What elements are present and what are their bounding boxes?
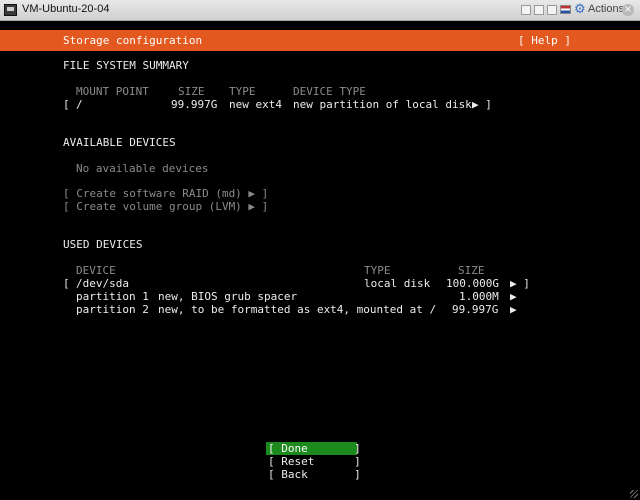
keyboard-flag-icon[interactable] [560, 5, 571, 14]
col-device-type: DEVICE TYPE [293, 85, 366, 98]
reset-button[interactable]: [ Reset ] [268, 455, 361, 468]
fs-row-action[interactable]: ▶ ] [472, 98, 492, 111]
used-devices-heading: USED DEVICES [63, 238, 143, 251]
fs-type: new ext4 [229, 98, 282, 111]
partition-action[interactable]: ▶ [510, 303, 517, 316]
no-devices-message: No available devices [76, 162, 209, 175]
partition-desc: new, BIOS grub spacer [158, 290, 298, 303]
maximize-icon[interactable] [547, 5, 557, 15]
row-bracket: [ [63, 277, 70, 290]
partition-action[interactable]: ▶ [510, 290, 517, 303]
actions-menu[interactable]: Actions [588, 3, 624, 15]
partition-name: partition 2 [76, 303, 149, 316]
available-devices-heading: AVAILABLE DEVICES [63, 136, 176, 149]
resize-grip-icon[interactable] [630, 490, 638, 498]
create-raid-button[interactable]: [ Create software RAID (md) ▶ ] [63, 187, 268, 200]
fs-size: 99.997G [171, 98, 218, 111]
partition-size: 1.000M [459, 290, 499, 303]
disk-type: local disk [364, 277, 431, 290]
back-button[interactable]: [ Back ] [268, 468, 361, 481]
partition-size: 99.997G [452, 303, 499, 316]
fs-summary-heading: FILE SYSTEM SUMMARY [63, 59, 189, 72]
mount-point: / [76, 98, 83, 111]
fs-device-type: new partition of local disk [293, 98, 472, 111]
row-bracket: [ [63, 98, 70, 111]
page-title: Storage configuration [63, 34, 203, 47]
close-icon[interactable]: × [622, 4, 634, 16]
installer-console: Storage configuration [ Help ] FILE SYST… [0, 21, 640, 500]
col-device: DEVICE [76, 264, 116, 277]
partition-desc: new, to be formatted as ext4, mounted at… [158, 303, 437, 316]
col-mount-point: MOUNT POINT [76, 85, 149, 98]
disk-action[interactable]: ▶ ] [510, 277, 530, 290]
disk-size: 100.000G [446, 277, 499, 290]
minimize-icon[interactable] [521, 5, 531, 15]
partition-name: partition 1 [76, 290, 149, 303]
vm-window-icon [4, 4, 17, 16]
restore-icon[interactable] [534, 5, 544, 15]
window-title: VM-Ubuntu-20-04 [22, 3, 110, 15]
gear-icon[interactable]: ⚙ [574, 2, 586, 18]
done-button[interactable]: [ Done ] [268, 442, 361, 455]
window-titlebar: VM-Ubuntu-20-04 ⚙ Actions × [0, 0, 640, 21]
help-button[interactable]: [ Help ] [518, 34, 571, 47]
col-size-used: SIZE [458, 264, 485, 277]
col-type: TYPE [229, 85, 256, 98]
col-size: SIZE [178, 85, 205, 98]
col-device-type-used: TYPE [364, 264, 391, 277]
disk-name: /dev/sda [76, 277, 129, 290]
create-lvm-button[interactable]: [ Create volume group (LVM) ▶ ] [63, 200, 268, 213]
